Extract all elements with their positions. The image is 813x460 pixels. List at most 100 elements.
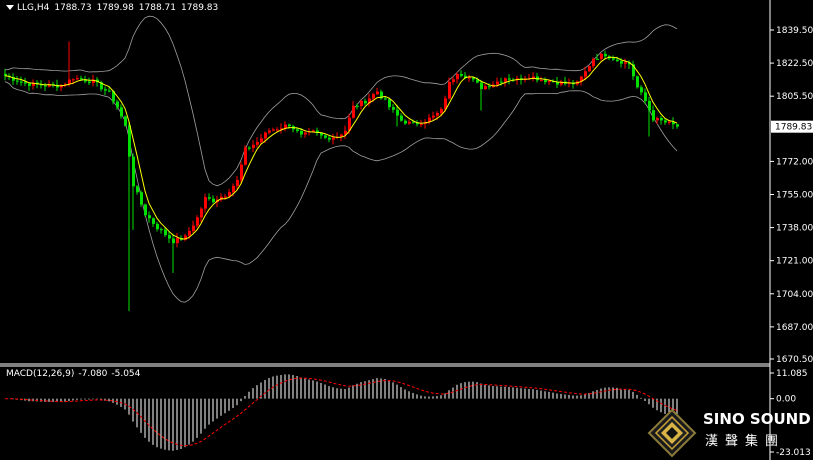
candle-body bbox=[640, 87, 643, 93]
macd-main-value: -7.080 bbox=[78, 369, 108, 379]
close-value: 1789.83 bbox=[181, 3, 219, 13]
candle-body bbox=[148, 215, 151, 219]
sino-sound-logo: SINO SOUND 漢聲集團 bbox=[647, 406, 813, 460]
candle-body bbox=[24, 82, 27, 84]
candle-body bbox=[236, 180, 239, 186]
candle-body bbox=[352, 105, 355, 118]
candle-body bbox=[288, 124, 291, 127]
candle-body bbox=[440, 109, 443, 113]
candle-body bbox=[664, 120, 667, 123]
candle-body bbox=[548, 81, 551, 83]
logo-subtitle: 漢聲集團 bbox=[705, 434, 786, 449]
candle-body bbox=[224, 196, 227, 198]
high-value: 1789.98 bbox=[96, 3, 134, 13]
symbol-label: LLG,H4 bbox=[17, 3, 50, 13]
candle-body bbox=[660, 118, 663, 121]
low-value: 1788.71 bbox=[138, 3, 177, 13]
candle-body bbox=[488, 86, 491, 88]
candle-body bbox=[652, 110, 655, 121]
candle-body bbox=[156, 223, 159, 230]
candle-body bbox=[160, 229, 163, 231]
logo-title: SINO SOUND bbox=[703, 410, 811, 428]
candle bbox=[124, 115, 127, 127]
candle-body bbox=[312, 130, 315, 132]
candle-body bbox=[116, 101, 119, 108]
candle-body bbox=[196, 217, 199, 226]
candle-body bbox=[212, 198, 215, 203]
price-tick-label: 1670.50 bbox=[776, 355, 813, 365]
candle-body bbox=[124, 116, 127, 126]
candle-body bbox=[272, 129, 275, 131]
candle-body bbox=[420, 124, 423, 126]
price-tick-label: 1772.00 bbox=[776, 157, 813, 167]
candle-body bbox=[296, 129, 299, 131]
candle-body bbox=[132, 156, 135, 187]
candle-body bbox=[332, 137, 335, 140]
candle-body bbox=[620, 61, 623, 64]
macd-signal-value: -5.054 bbox=[111, 369, 141, 379]
price-tick-label: 1738.00 bbox=[776, 224, 813, 234]
candle-body bbox=[304, 132, 307, 135]
candle-body bbox=[616, 59, 619, 62]
candle-body bbox=[104, 89, 107, 91]
candle bbox=[144, 203, 147, 217]
candle-body bbox=[200, 208, 203, 218]
price-tick-label: 1687.00 bbox=[776, 323, 813, 333]
candle-body bbox=[256, 141, 259, 145]
candle-body bbox=[636, 76, 639, 88]
current-price-label: 1789.83 bbox=[775, 123, 812, 133]
price-tick-label: 1704.00 bbox=[776, 290, 813, 300]
candle-body bbox=[468, 77, 471, 79]
candle-body bbox=[248, 147, 251, 149]
candle-body bbox=[164, 229, 167, 236]
candle-body bbox=[504, 78, 507, 82]
candle-body bbox=[612, 58, 615, 60]
candle-body bbox=[276, 129, 279, 131]
candle-body bbox=[324, 135, 327, 138]
price-tick-label: 1721.00 bbox=[776, 257, 813, 267]
candle-body bbox=[252, 144, 255, 148]
candle-body bbox=[144, 204, 147, 216]
candle-body bbox=[300, 130, 303, 135]
candle-body bbox=[408, 121, 411, 124]
price-tick-label: 1839.50 bbox=[776, 26, 813, 36]
candle-body bbox=[108, 90, 111, 92]
candle-body bbox=[496, 81, 499, 85]
candle-body bbox=[544, 80, 547, 83]
candle-body bbox=[540, 80, 543, 82]
candle-body bbox=[432, 115, 435, 118]
candle-body bbox=[268, 130, 271, 133]
candle-body bbox=[396, 109, 399, 116]
candle-body bbox=[20, 81, 23, 83]
candle-body bbox=[208, 197, 211, 199]
candle-body bbox=[188, 230, 191, 236]
candle-body bbox=[584, 71, 587, 77]
chart-area: 1839.50 1822.50 1805.50 1772.00 1755.00 1738.… bbox=[0, 0, 813, 460]
diamond-logo-icon bbox=[647, 408, 697, 458]
candle-body bbox=[384, 98, 387, 100]
dropdown-triangle-icon[interactable] bbox=[6, 5, 14, 10]
price-tick-label: 1805.50 bbox=[776, 92, 813, 102]
candle-body bbox=[456, 74, 459, 80]
candle-body bbox=[656, 118, 659, 121]
candle-body bbox=[452, 79, 455, 82]
candle-body bbox=[376, 91, 379, 95]
candle-body bbox=[172, 238, 175, 244]
candle-body bbox=[136, 186, 139, 193]
candle-body bbox=[388, 99, 391, 108]
candle bbox=[636, 75, 639, 89]
candle-body bbox=[600, 53, 603, 59]
candle-body bbox=[76, 78, 79, 80]
candle bbox=[140, 190, 143, 207]
candle-body bbox=[484, 86, 487, 90]
macd-tick-label: 0.00 bbox=[776, 395, 796, 405]
candle-body bbox=[260, 138, 263, 142]
candle-body bbox=[264, 132, 267, 139]
candle-body bbox=[508, 78, 511, 80]
candle-body bbox=[480, 82, 483, 90]
candle-body bbox=[392, 107, 395, 110]
candle-body bbox=[328, 137, 331, 140]
candle bbox=[588, 65, 591, 73]
candle-body bbox=[588, 66, 591, 72]
candle-body bbox=[604, 53, 607, 57]
